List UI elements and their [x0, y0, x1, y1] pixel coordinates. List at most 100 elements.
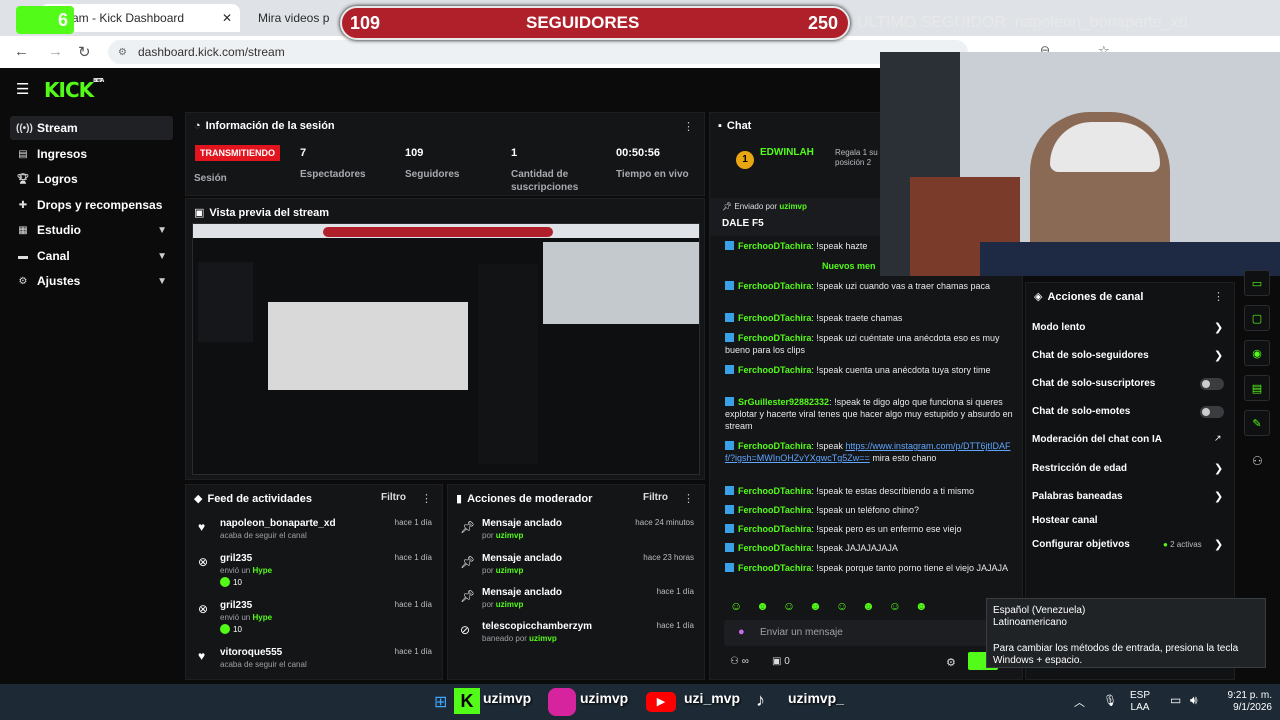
- language-indicator[interactable]: ESP LAA: [1130, 690, 1150, 714]
- tiktok-icon[interactable]: ♪: [756, 690, 765, 711]
- mod-user[interactable]: uzimvp: [529, 634, 557, 643]
- chevron-right-icon[interactable]: ❯: [1214, 462, 1223, 475]
- mic-icon[interactable]: ●: [738, 626, 745, 638]
- tool-layout-icon[interactable]: ▤: [1244, 375, 1270, 401]
- chat-user[interactable]: FerchooDTachira: [738, 241, 811, 251]
- sidebar-item-label: Stream: [37, 121, 78, 135]
- back-icon[interactable]: ←: [14, 43, 29, 60]
- sidebar-item-estudio[interactable]: ▦ Estudio ▼: [10, 218, 173, 242]
- sidebar-item-canal[interactable]: ▬ Canal ▼: [10, 244, 173, 268]
- chat-user[interactable]: FerchooDTachira: [738, 543, 811, 553]
- subs-only-toggle[interactable]: [1200, 378, 1224, 390]
- sidebar-item-ajustes[interactable]: ⚙ Ajustes ▼: [10, 269, 173, 293]
- menu-icon[interactable]: ☰: [16, 80, 29, 98]
- chat-user[interactable]: FerchooDTachira: [738, 281, 811, 291]
- emote-icon[interactable]: ☺: [889, 599, 901, 613]
- action-ai-moderation[interactable]: Moderación del chat con IA: [1032, 434, 1162, 445]
- live-badge: TRANSMITIENDO: [195, 145, 280, 161]
- instagram-icon[interactable]: [548, 688, 576, 716]
- emote-icon[interactable]: ☻: [915, 599, 928, 613]
- emotes-only-toggle[interactable]: [1200, 406, 1224, 418]
- close-icon[interactable]: ✕: [222, 11, 232, 25]
- chevron-right-icon[interactable]: ❯: [1214, 538, 1223, 551]
- chat-user[interactable]: FerchooDTachira: [738, 365, 811, 375]
- followers-goal: 250: [807, 13, 838, 33]
- mod-by: por uzimvp: [482, 531, 523, 540]
- chevron-right-icon[interactable]: ❯: [1214, 321, 1223, 334]
- users-icon[interactable]: ⚇ ∞: [730, 656, 749, 667]
- clock[interactable]: 9:21 p. m. 9/1/2026: [1216, 690, 1272, 714]
- more-options-icon[interactable]: ⋮: [421, 492, 432, 505]
- more-options-icon[interactable]: ⋮: [683, 120, 694, 133]
- tab-tiktok[interactable]: Mira videos p: [248, 4, 348, 32]
- feed-user[interactable]: gril235: [220, 553, 252, 564]
- sidebar-item-logros[interactable]: 🏆︎ Logros: [10, 167, 173, 191]
- volume-icon[interactable]: 🔊︎: [1190, 693, 1198, 708]
- emote-icon[interactable]: ☺: [783, 599, 795, 613]
- feed-user[interactable]: gril235: [220, 600, 252, 611]
- windows-start-icon[interactable]: ⊞: [434, 692, 447, 712]
- action-age-restriction[interactable]: Restricción de edad: [1032, 463, 1127, 474]
- chat-user[interactable]: FerchooDTachira: [738, 441, 811, 451]
- followers-stat-label: Seguidores: [405, 169, 460, 180]
- action-slow-mode[interactable]: Modo lento: [1032, 322, 1085, 333]
- sidebar-item-stream[interactable]: ((•)) Stream: [10, 116, 173, 140]
- tool-chat-icon[interactable]: ▢: [1244, 305, 1270, 331]
- feed-user[interactable]: vitoroque555: [220, 647, 282, 658]
- chat-user[interactable]: FerchooDTachira: [738, 313, 811, 323]
- chat-user[interactable]: FerchooDTachira: [738, 524, 811, 534]
- forward-icon[interactable]: →: [48, 43, 63, 60]
- emote-icon[interactable]: ☻: [809, 599, 822, 613]
- network-icon[interactable]: ▭: [1170, 693, 1181, 707]
- tool-users-icon[interactable]: ⚇: [1252, 454, 1263, 468]
- tool-wrench-icon[interactable]: ✎: [1244, 410, 1270, 436]
- sidebar-item-label: Drops y recompensas: [37, 198, 163, 212]
- shield-icon: ▮: [456, 493, 463, 505]
- panel-title-text: Vista previa del stream: [209, 206, 330, 219]
- site-info-icon[interactable]: ⚙: [118, 47, 127, 58]
- action-followers-only[interactable]: Chat de solo-seguidores: [1032, 350, 1149, 361]
- chat-user[interactable]: FerchooDTachira: [738, 563, 811, 573]
- reload-icon[interactable]: ↻: [78, 43, 91, 61]
- feed-filter-button[interactable]: Filtro: [381, 492, 406, 503]
- tray-chevron-up-icon[interactable]: ︿: [1074, 694, 1085, 710]
- url-field[interactable]: ⚙ dashboard.kick.com/stream: [108, 40, 968, 64]
- kick-logo[interactable]: KICKBETA: [44, 78, 104, 102]
- sidebar-item-drops[interactable]: ✚ Drops y recompensas: [10, 193, 173, 217]
- action-host-channel[interactable]: Hostear canal: [1032, 515, 1098, 526]
- emote-icon[interactable]: ☻: [862, 599, 875, 613]
- mod-filter-button[interactable]: Filtro: [643, 492, 668, 503]
- feed-user[interactable]: napoleon_bonaparte_xd: [220, 518, 336, 529]
- emote-icon[interactable]: ☺: [730, 599, 742, 613]
- tool-broadcast-icon[interactable]: ◉: [1244, 340, 1270, 366]
- chat-user[interactable]: FerchooDTachira: [738, 486, 811, 496]
- chat-user[interactable]: SrGuillester92882332: [738, 397, 829, 407]
- tool-stream-icon[interactable]: ▭: [1244, 270, 1270, 296]
- chat-user[interactable]: FerchooDTachira: [738, 333, 811, 343]
- top-gifter-name[interactable]: EDWINLAH: [760, 147, 814, 158]
- mod-user[interactable]: uzimvp: [496, 531, 524, 540]
- pinned-user[interactable]: uzimvp: [779, 202, 807, 211]
- action-banned-words[interactable]: Palabras baneadas: [1032, 491, 1123, 502]
- emote-icon[interactable]: ☻: [756, 599, 769, 613]
- more-options-icon[interactable]: ⋮: [683, 492, 694, 505]
- mod-user[interactable]: uzimvp: [496, 566, 524, 575]
- chat-settings-icon[interactable]: ⚙: [946, 656, 956, 669]
- youtube-icon[interactable]: ▶: [646, 692, 676, 712]
- more-options-icon[interactable]: ⋮: [1213, 290, 1224, 303]
- mic-tray-icon[interactable]: 🎙︎: [1103, 694, 1117, 707]
- emote-icon[interactable]: ☺: [836, 599, 848, 613]
- sidebar-item-ingresos[interactable]: ▤ Ingresos: [10, 142, 173, 166]
- mod-user[interactable]: uzimvp: [496, 600, 524, 609]
- stream-preview-video[interactable]: [192, 223, 700, 475]
- kick-taskbar-icon[interactable]: K: [454, 688, 480, 714]
- webcam-shirt: [980, 242, 1280, 276]
- chevron-right-icon[interactable]: ❯: [1214, 490, 1223, 503]
- chevron-right-icon[interactable]: ❯: [1214, 349, 1223, 362]
- chat-user[interactable]: FerchooDTachira: [738, 505, 811, 515]
- chat-input[interactable]: ● Enviar un mensaje: [724, 620, 988, 646]
- action-goals[interactable]: Configurar objetivos: [1032, 539, 1130, 550]
- new-messages-divider[interactable]: Nuevos men: [822, 261, 876, 271]
- video-icon: ▣: [194, 207, 205, 219]
- external-link-icon[interactable]: ↗: [1214, 433, 1222, 444]
